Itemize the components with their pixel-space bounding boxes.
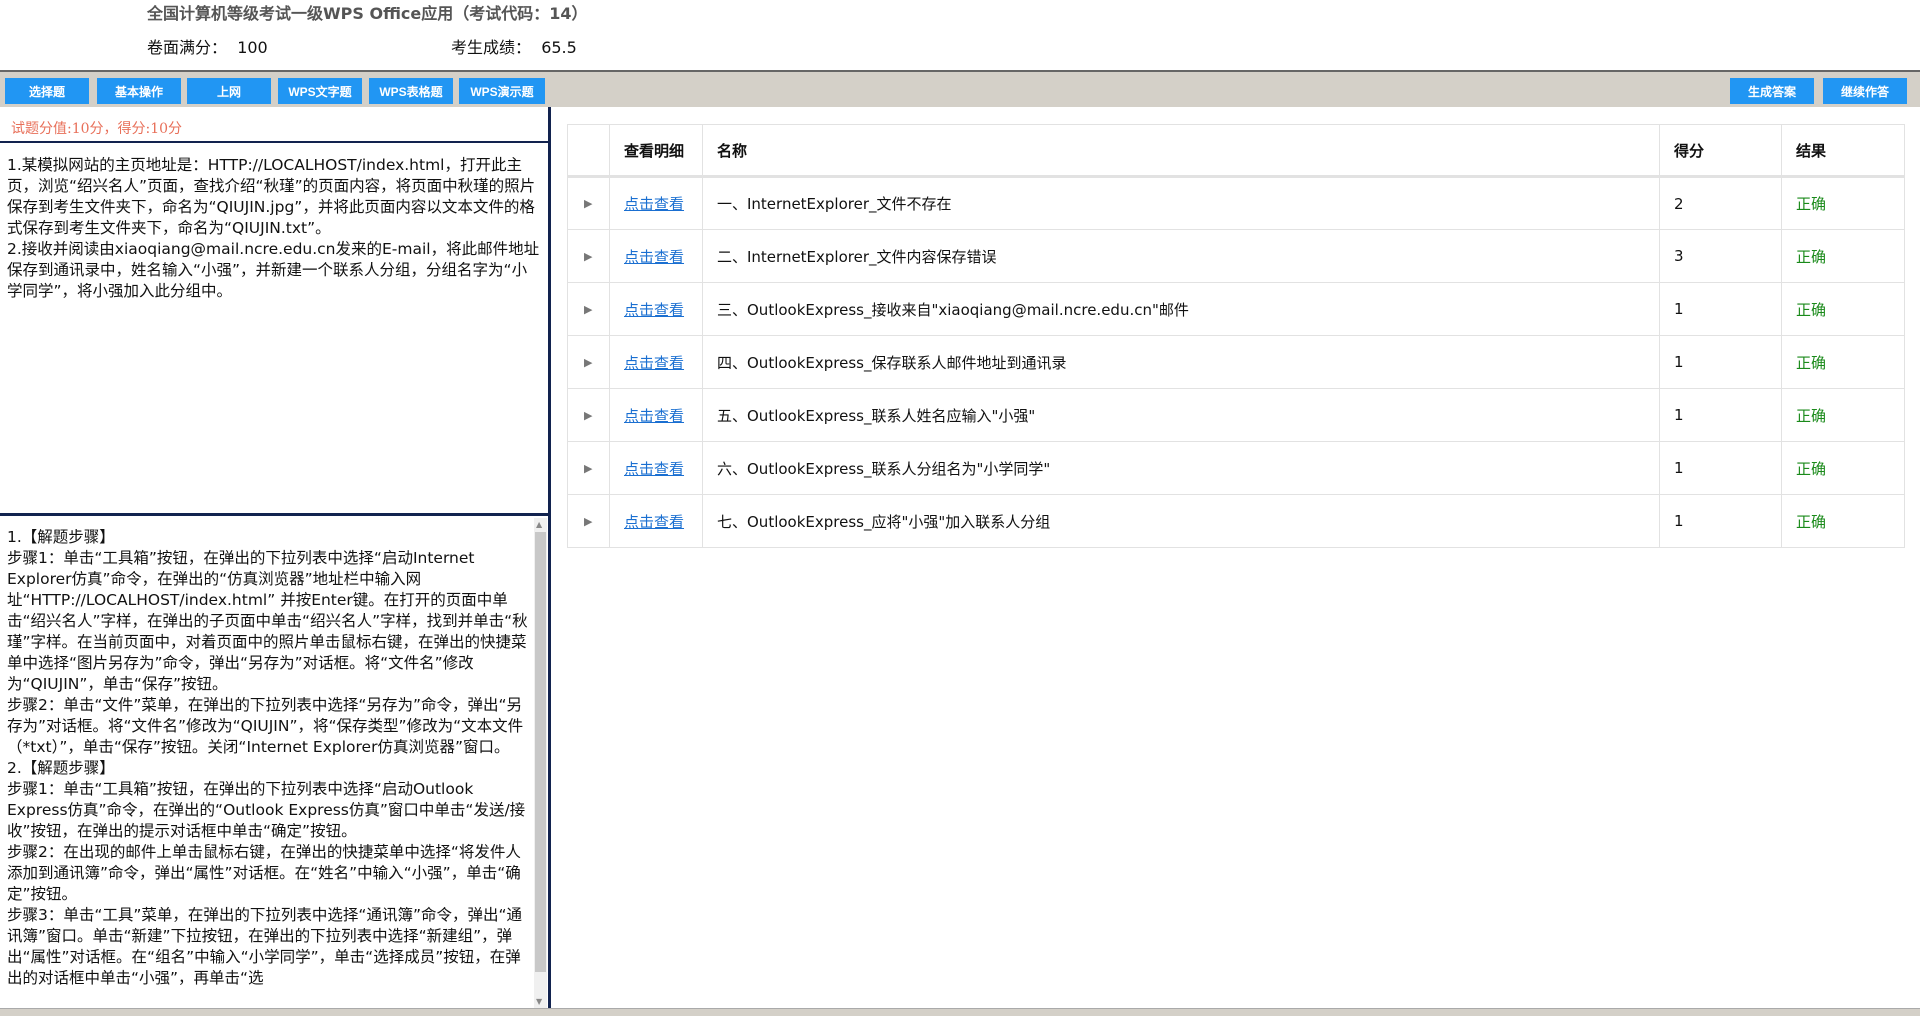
tab-wps-presentation[interactable]: WPS演示题 [459,78,545,104]
question-score-line: 试题分值:10分，得分:10分 [11,121,183,137]
col-score: 得分 [1659,124,1782,178]
item-score: 1 [1659,388,1782,442]
table-row: ▶ 点击查看 六、OutlookExpress_联系人分组名为"小学同学" 1 … [567,441,1905,495]
detail-cell: 点击查看 [609,229,703,283]
item-result: 正确 [1781,282,1905,336]
candidate-score-label: 考生成绩： [451,38,532,57]
tab-wps-writer[interactable]: WPS文字题 [278,78,362,104]
result-table: 查看明细 名称 得分 结果 ▶ 点击查看 一、InternetExplorer_… [567,124,1905,548]
answer-line: 1.【解题步骤】 [7,528,115,546]
view-detail-link[interactable]: 点击查看 [624,460,684,478]
answer-line: 步骤1：单击“工具箱”按钮，在弹出的下拉列表中选择“启动Internet Exp… [7,549,528,693]
table-row: ▶ 点击查看 七、OutlookExpress_应将"小强"加入联系人分组 1 … [567,494,1905,548]
expand-arrow-icon[interactable]: ▶ [567,176,610,230]
expand-arrow-icon[interactable]: ▶ [567,388,610,442]
scroll-down-icon[interactable]: ▼ [536,997,542,1006]
continue-answer-button[interactable]: 继续作答 [1823,78,1907,104]
item-score: 1 [1659,441,1782,495]
item-result: 正确 [1781,388,1905,442]
item-name: 五、OutlookExpress_联系人姓名应输入"小强" [702,388,1660,442]
detail-cell: 点击查看 [609,494,703,548]
scrollbar-thumb[interactable] [535,532,546,972]
item-name: 七、OutlookExpress_应将"小强"加入联系人分组 [702,494,1660,548]
table-row: ▶ 点击查看 四、OutlookExpress_保存联系人邮件地址到通讯录 1 … [567,335,1905,389]
item-score: 1 [1659,335,1782,389]
item-result: 正确 [1781,494,1905,548]
view-detail-link[interactable]: 点击查看 [624,195,684,213]
expand-arrow-icon[interactable]: ▶ [567,282,610,336]
detail-cell: 点击查看 [609,388,703,442]
candidate-score: 考生成绩： 65.5 [451,34,577,58]
item-score: 1 [1659,494,1782,548]
tab-choice[interactable]: 选择题 [5,78,89,104]
view-detail-link[interactable]: 点击查看 [624,513,684,531]
answer-line: 2.【解题步骤】 [7,759,115,777]
item-name: 一、InternetExplorer_文件不存在 [702,176,1660,230]
view-detail-link[interactable]: 点击查看 [624,407,684,425]
expand-arrow-icon[interactable]: ▶ [567,441,610,495]
detail-cell: 点击查看 [609,176,703,230]
answer-line: 步骤2：在出现的邮件上单击鼠标右键，在弹出的快捷菜单中选择“将发件人添加到通讯簿… [7,843,521,903]
answer-steps: 1.【解题步骤】 步骤1：单击“工具箱”按钮，在弹出的下拉列表中选择“启动Int… [7,527,533,1008]
col-expand [567,124,610,178]
full-score: 卷面满分： 100 [147,34,268,58]
col-name: 名称 [702,124,1660,178]
tab-internet[interactable]: 上网 [187,78,271,104]
item-score: 3 [1659,229,1782,283]
exam-title: 全国计算机等级考试一级WPS Office应用（考试代码：14） [147,4,588,23]
item-name: 四、OutlookExpress_保存联系人邮件地址到通讯录 [702,335,1660,389]
divider [0,141,548,143]
item-result: 正确 [1781,441,1905,495]
item-score: 1 [1659,282,1782,336]
table-row: ▶ 点击查看 二、InternetExplorer_文件内容保存错误 3 正确 [567,229,1905,283]
item-name: 三、OutlookExpress_接收来自"xiaoqiang@mail.ncr… [702,282,1660,336]
generate-answer-button[interactable]: 生成答案 [1730,78,1814,104]
vertical-divider [548,107,551,1008]
scroll-up-icon[interactable]: ▲ [536,520,542,529]
toolbar: 选择题 基本操作 上网 WPS文字题 WPS表格题 WPS演示题 生成答案 继续… [0,70,1920,107]
detail-cell: 点击查看 [609,441,703,495]
detail-cell: 点击查看 [609,282,703,336]
table-row: ▶ 点击查看 三、OutlookExpress_接收来自"xiaoqiang@m… [567,282,1905,336]
col-result: 结果 [1781,124,1905,178]
view-detail-link[interactable]: 点击查看 [624,248,684,266]
expand-arrow-icon[interactable]: ▶ [567,335,610,389]
item-name: 二、InternetExplorer_文件内容保存错误 [702,229,1660,283]
answer-scrollbar[interactable]: ▲ ▼ [534,518,547,1008]
status-strip [0,1008,1920,1016]
view-detail-link[interactable]: 点击查看 [624,301,684,319]
item-result: 正确 [1781,229,1905,283]
expand-arrow-icon[interactable]: ▶ [567,494,610,548]
panel-divider[interactable] [0,513,548,516]
item-result: 正确 [1781,335,1905,389]
tab-basic-operation[interactable]: 基本操作 [97,78,181,104]
view-detail-link[interactable]: 点击查看 [624,354,684,372]
col-detail: 查看明细 [609,124,703,178]
full-score-label: 卷面满分： [147,38,228,57]
full-score-value: 100 [237,38,268,57]
question-item: 1.某模拟网站的主页地址是：HTTP://LOCALHOST/index.htm… [7,156,536,237]
answer-line: 步骤2：单击“文件”菜单，在弹出的下拉列表中选择“另存为”命令，弹出“另存为”对… [7,696,524,756]
table-header: 查看明细 名称 得分 结果 [567,124,1905,178]
table-row: ▶ 点击查看 五、OutlookExpress_联系人姓名应输入"小强" 1 正… [567,388,1905,442]
table-row: ▶ 点击查看 一、InternetExplorer_文件不存在 2 正确 [567,176,1905,230]
item-name: 六、OutlookExpress_联系人分组名为"小学同学" [702,441,1660,495]
item-result: 正确 [1781,176,1905,230]
tab-wps-spreadsheet[interactable]: WPS表格题 [369,78,453,104]
expand-arrow-icon[interactable]: ▶ [567,229,610,283]
candidate-score-value: 65.5 [541,38,577,57]
detail-cell: 点击查看 [609,335,703,389]
question-text: 1.某模拟网站的主页地址是：HTTP://LOCALHOST/index.htm… [7,155,540,302]
item-score: 2 [1659,176,1782,230]
answer-line: 步骤3：单击“工具”菜单，在弹出的下拉列表中选择“通讯簿”命令，弹出“通讯簿”窗… [7,906,523,987]
question-item: 2.接收并阅读由xiaoqiang@mail.ncre.edu.cn发来的E-m… [7,240,540,300]
answer-line: 步骤1：单击“工具箱”按钮，在弹出的下拉列表中选择“启动Outlook Expr… [7,780,526,840]
